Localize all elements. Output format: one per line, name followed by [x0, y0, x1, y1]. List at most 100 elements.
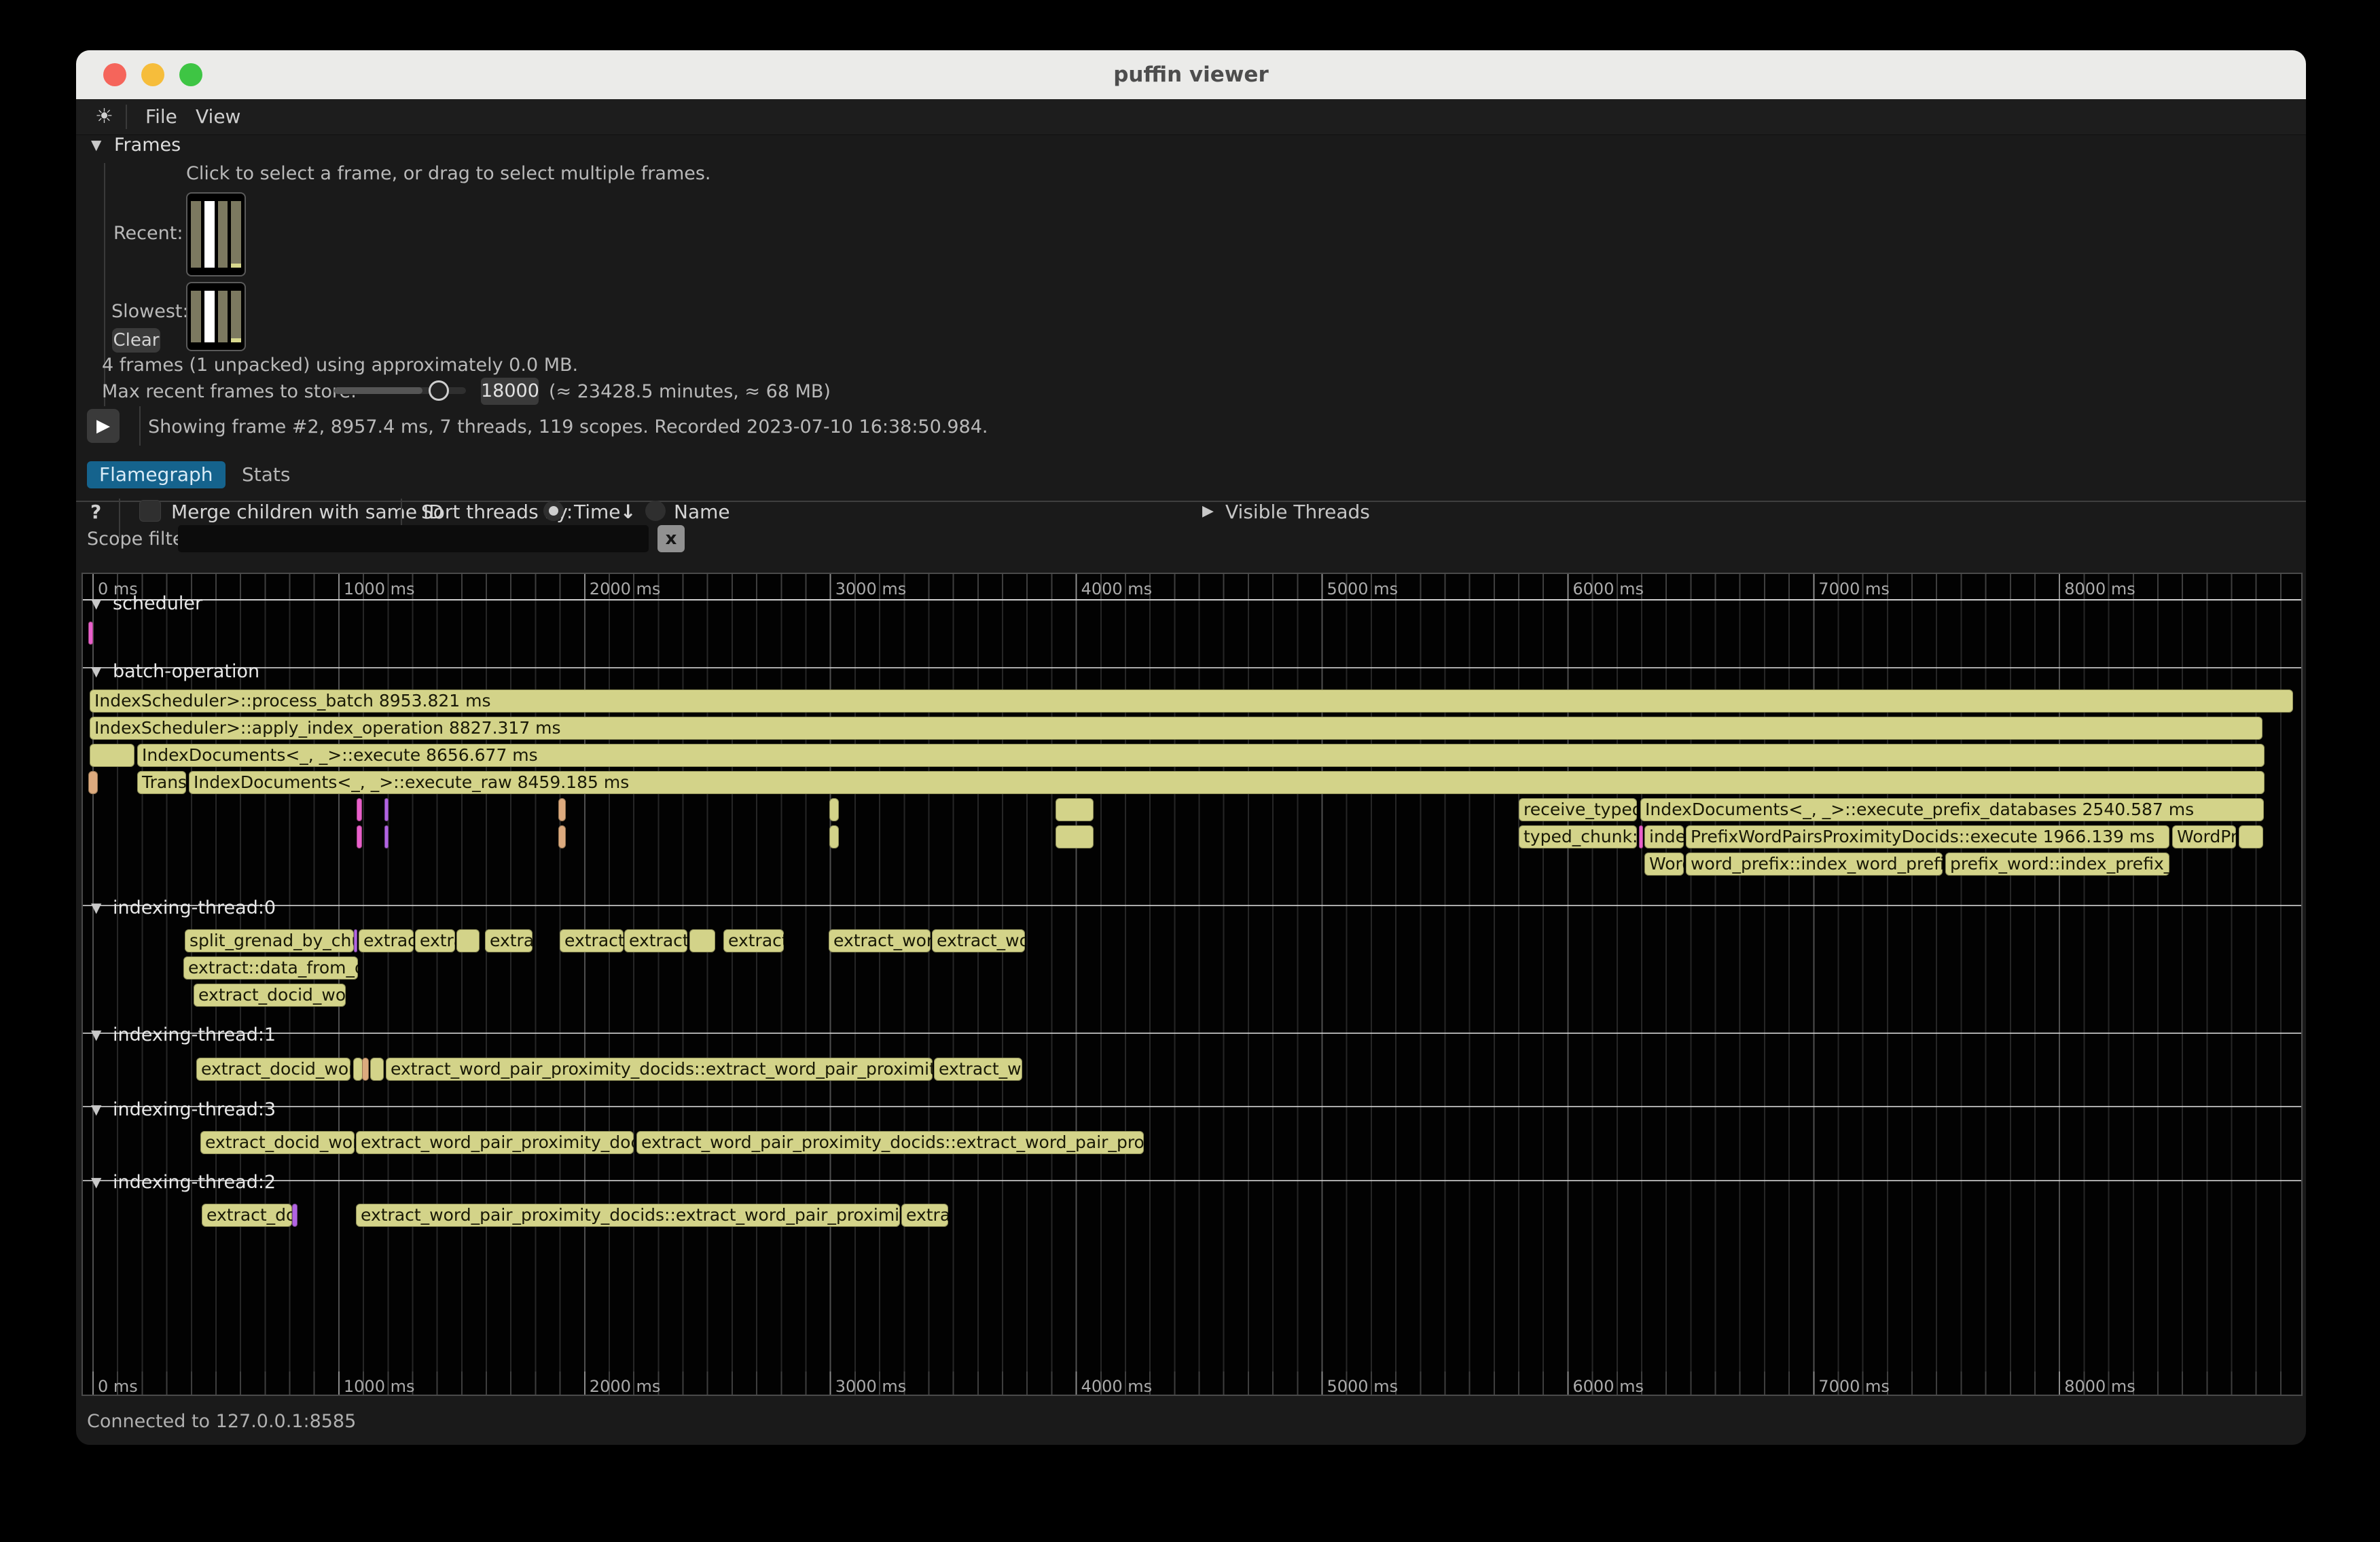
flame-scope-bar[interactable] — [456, 929, 480, 952]
flame-scope-bar[interactable]: IndexDocuments<_, _>::execute 8656.677 m… — [137, 744, 2265, 767]
flame-scope-bar[interactable]: extract_doc — [202, 1204, 292, 1227]
flame-scope-bar[interactable] — [558, 825, 566, 848]
flame-scope-bar[interactable]: IndexScheduler>::apply_index_operation 8… — [90, 717, 2262, 740]
sort-name-radio[interactable] — [645, 501, 666, 521]
flame-scope-bar[interactable] — [384, 825, 389, 848]
flame-scope-bar[interactable]: extract_wo — [934, 1058, 1022, 1081]
flame-scope-bar[interactable]: extrac — [485, 929, 533, 952]
flame-scope-bar[interactable] — [1056, 825, 1094, 848]
tab-flamegraph[interactable]: Flamegraph — [87, 461, 226, 488]
thread-header-indexing-thread:1[interactable]: ▼ indexing-thread:1 — [91, 1024, 276, 1045]
flame-scope-bar[interactable]: WordPr — [2172, 825, 2236, 848]
flame-scope-bar[interactable]: extract::data_from_ob — [183, 956, 358, 980]
recent-label: Recent: — [113, 223, 183, 244]
frame-bar[interactable] — [218, 291, 228, 342]
flame-scope-bar[interactable]: extract_docid_word — [196, 1058, 350, 1081]
sort-time-radio[interactable] — [543, 501, 564, 521]
flame-scope-bar[interactable] — [88, 771, 98, 794]
visible-threads-header[interactable]: Visible Threads — [1225, 501, 1370, 523]
frame-bar[interactable] — [218, 201, 228, 268]
flame-scope-bar[interactable] — [362, 1058, 369, 1081]
flame-scope-bar[interactable]: split_grenad_by_chun — [185, 929, 354, 952]
menu-view[interactable]: View — [196, 99, 240, 135]
menu-bar: ☀ File View — [76, 99, 2306, 135]
flame-scope-bar[interactable] — [829, 798, 839, 821]
max-frames-slider-knob[interactable] — [429, 380, 449, 401]
flame-scope-bar[interactable] — [829, 825, 839, 848]
ruler-tick-label: 2000 ms — [590, 1377, 661, 1396]
visible-threads-triangle-icon[interactable]: ▶ — [1202, 503, 1214, 520]
flame-scope-bar[interactable] — [90, 744, 134, 767]
thread-header-indexing-thread:3[interactable]: ▼ indexing-thread:3 — [91, 1099, 276, 1120]
ruler-tick-label: 1000 ms — [344, 579, 415, 598]
flame-scope-bar[interactable]: Word — [1644, 853, 1684, 876]
flame-scope-bar[interactable]: IndexScheduler>::process_batch 8953.821 … — [90, 689, 2293, 713]
flame-scope-bar[interactable] — [354, 929, 357, 952]
play-button[interactable]: ▶ — [87, 409, 120, 443]
clear-button[interactable]: Clear — [112, 328, 160, 353]
flame-scope-bar[interactable] — [370, 1058, 384, 1081]
slowest-frames-thumbnail[interactable] — [186, 282, 246, 351]
flame-scope-bar[interactable]: Trans — [137, 771, 186, 794]
flame-scope-bar[interactable]: extract_word_pair_proximity_docids::extr… — [636, 1131, 1144, 1154]
collapse-triangle-icon: ▼ — [91, 899, 101, 916]
flame-scope-bar[interactable]: extract — [723, 929, 784, 952]
flame-scope-bar[interactable] — [689, 929, 715, 952]
theme-toggle-sun-icon[interactable]: ☀ — [95, 99, 113, 135]
scope-filter-clear-button[interactable]: x — [657, 525, 685, 552]
flame-scope-bar[interactable] — [357, 798, 362, 821]
thread-header-scheduler[interactable]: ▼ scheduler — [91, 593, 202, 614]
flame-scope-bar[interactable] — [353, 1058, 363, 1081]
tab-stats[interactable]: Stats — [230, 461, 302, 488]
flame-scope-bar[interactable]: typed_chunk::w — [1519, 825, 1637, 848]
thread-header-batch-operation[interactable]: ▼ batch-operation — [91, 661, 259, 682]
flame-scope-bar[interactable] — [1056, 798, 1094, 821]
merge-children-checkbox[interactable] — [139, 500, 161, 522]
flame-scope-bar[interactable] — [292, 1204, 298, 1227]
frames-collapsible-header[interactable]: ▼ Frames — [91, 135, 181, 156]
top-ruler-ticks — [92, 574, 2301, 599]
max-frames-value[interactable]: 18000 — [481, 378, 539, 405]
scope-filter-input[interactable] — [178, 525, 649, 552]
flame-scope-bar[interactable]: extract_ — [560, 929, 624, 952]
flame-scope-bar[interactable]: extract_ — [624, 929, 687, 952]
ruler-tick-label: 7000 ms — [1818, 1377, 1890, 1396]
thread-header-indexing-thread:2[interactable]: ▼ indexing-thread:2 — [91, 1172, 276, 1193]
frame-bar[interactable] — [231, 201, 241, 268]
flame-scope-bar[interactable]: index — [1644, 825, 1684, 848]
flamegraph-panel[interactable]: 0 ms0 ms1000 ms1000 ms2000 ms2000 ms3000… — [82, 573, 2303, 1396]
flame-scope-bar[interactable] — [357, 825, 362, 848]
recent-frames-thumbnail[interactable] — [186, 192, 246, 276]
flame-scope-bar[interactable]: extract_word_pair_proximity_docids — [356, 1131, 634, 1154]
flame-scope-bar[interactable]: receive_typed_ — [1519, 798, 1637, 821]
flame-scope-bar[interactable]: extrac — [901, 1204, 948, 1227]
flame-scope-bar[interactable]: PrefixWordPairsProximityDocids::execute … — [1686, 825, 2169, 848]
flame-scope-bar[interactable]: word_prefix::index_word_prefix_ — [1686, 853, 1943, 876]
menu-file[interactable]: File — [145, 99, 177, 135]
flame-scope-bar[interactable] — [384, 798, 389, 821]
frame-bar-selected[interactable] — [204, 201, 215, 268]
help-button[interactable]: ? — [90, 501, 101, 523]
flame-scope-bar[interactable]: extract_word — [829, 929, 931, 952]
flame-scope-bar[interactable] — [2239, 825, 2263, 848]
flame-scope-bar[interactable] — [558, 798, 566, 821]
frame-bar[interactable] — [231, 291, 241, 342]
ruler-tick-label: 2000 ms — [590, 579, 661, 598]
flame-scope-bar[interactable]: extract_word_pair_proximity_docids::extr… — [356, 1204, 900, 1227]
flame-scope-bar[interactable]: IndexDocuments<_, _>::execute_prefix_dat… — [1640, 798, 2264, 821]
flame-scope-bar[interactable] — [88, 622, 93, 645]
flame-scope-bar[interactable]: extract_docid_word — [194, 984, 346, 1007]
thread-header-indexing-thread:0[interactable]: ▼ indexing-thread:0 — [91, 897, 276, 918]
flame-scope-bar[interactable]: extract_docid_word — [200, 1131, 355, 1154]
flame-scope-bar[interactable]: extract_word_pair_proximity_docids::extr… — [386, 1058, 933, 1081]
flame-scope-bar[interactable]: IndexDocuments<_, _>::execute_raw 8459.1… — [189, 771, 2265, 794]
flame-scope-bar[interactable]: prefix_word::index_prefix_wo — [1945, 853, 2169, 876]
frame-bar-selected[interactable] — [204, 291, 215, 342]
flame-scope-bar[interactable]: extract — [359, 929, 414, 952]
frame-bar[interactable] — [191, 291, 201, 342]
flame-scope-bar[interactable]: extra — [415, 929, 455, 952]
flame-scope-bar[interactable] — [1639, 825, 1643, 848]
sort-direction-arrow-icon[interactable]: ↓ — [620, 501, 636, 523]
flame-scope-bar[interactable]: extract_wo — [932, 929, 1025, 952]
frame-bar[interactable] — [191, 201, 201, 268]
